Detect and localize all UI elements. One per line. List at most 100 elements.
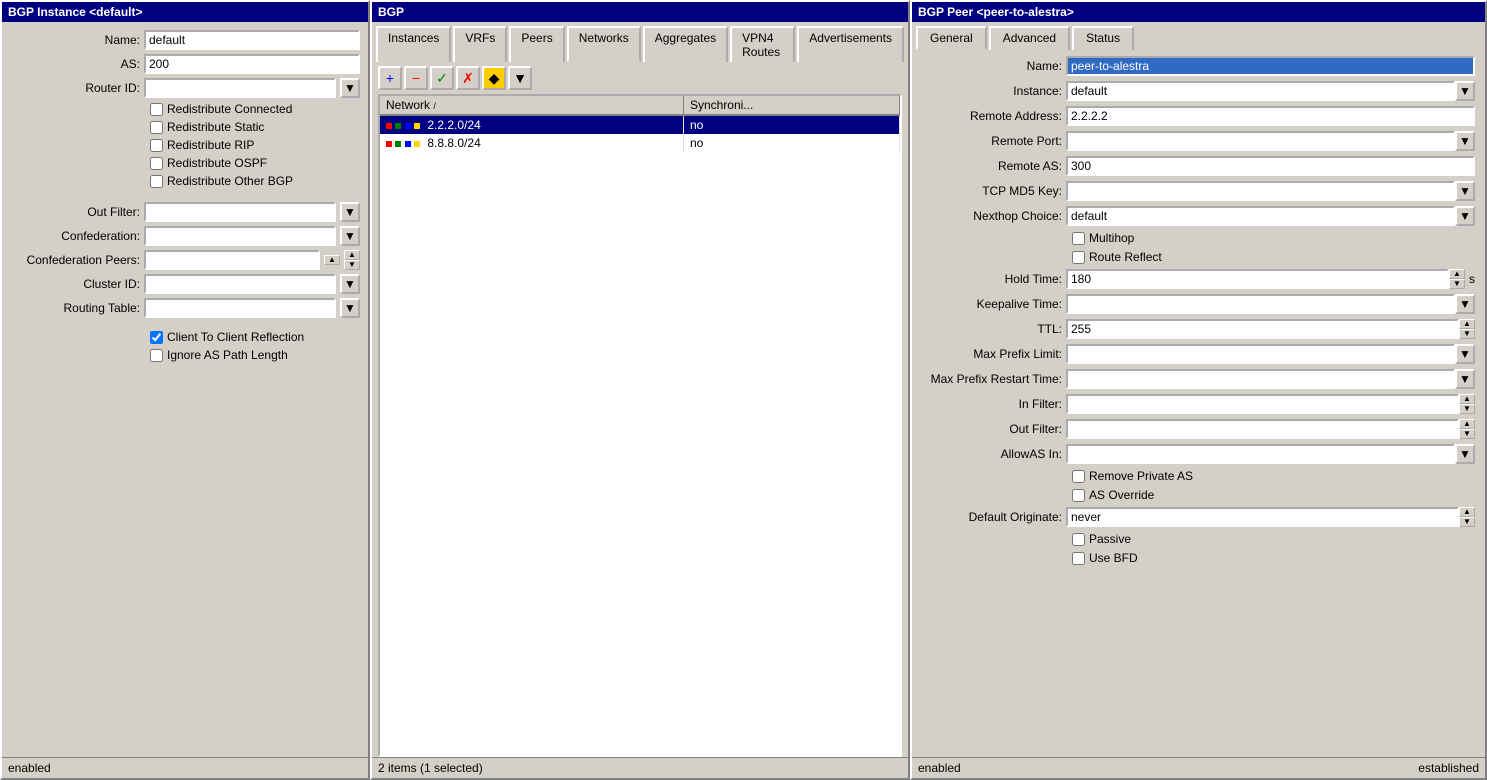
cluster-id-dropdown[interactable]: ▼ <box>340 274 360 294</box>
right-panel-title: BGP Peer <peer-to-alestra> <box>912 2 1485 22</box>
ignore-as-checkbox[interactable] <box>150 349 163 362</box>
conf-peers-down[interactable]: ▼ <box>344 260 360 270</box>
multihop-row: Multihop <box>1072 231 1475 245</box>
peer-name-input[interactable] <box>1066 56 1475 76</box>
tab-vrfs[interactable]: VRFs <box>453 26 507 62</box>
instance-dropdown[interactable]: ▼ <box>1455 81 1475 101</box>
nexthop-dropdown[interactable]: ▼ <box>1455 206 1475 226</box>
confederation-peers-input[interactable] <box>144 250 320 270</box>
cluster-id-input[interactable] <box>144 274 336 294</box>
cell-sync: no <box>683 134 899 152</box>
left-panel: BGP Instance <default> Name: AS: Router … <box>0 0 370 780</box>
ttl-down[interactable]: ▼ <box>1459 329 1475 339</box>
default-originate-down[interactable]: ▼ <box>1459 517 1475 527</box>
add-button[interactable]: + <box>378 66 402 90</box>
allowas-label: AllowAS In: <box>922 447 1062 461</box>
remove-button[interactable]: − <box>404 66 428 90</box>
in-filter-up[interactable]: ▲ <box>1459 394 1475 404</box>
ttl-value: 255 <box>1066 319 1459 339</box>
remove-private-as-checkbox[interactable] <box>1072 470 1085 483</box>
remote-as-row: Remote AS: <box>922 156 1475 176</box>
conf-peers-up[interactable]: ▲ <box>344 250 360 260</box>
router-id-dropdown[interactable]: ▼ <box>340 78 360 98</box>
table-row[interactable]: 8.8.8.0/24 no <box>380 134 900 152</box>
out-filter-input[interactable] <box>144 202 336 222</box>
tcp-md5-dropdown[interactable]: ▼ <box>1455 181 1475 201</box>
tab-networks[interactable]: Networks <box>567 26 641 62</box>
tab-peers[interactable]: Peers <box>509 26 564 62</box>
out-filter-down[interactable]: ▼ <box>1459 429 1475 439</box>
remote-address-row: Remote Address: <box>922 106 1475 126</box>
hold-time-label: Hold Time: <box>922 272 1062 286</box>
confederation-peers-label: Confederation Peers: <box>10 253 140 267</box>
as-input[interactable] <box>144 54 360 74</box>
hold-time-down[interactable]: ▼ <box>1449 279 1465 289</box>
cell-sync: no <box>683 115 899 134</box>
confederation-input[interactable] <box>144 226 336 246</box>
remote-port-value <box>1066 131 1455 151</box>
mid-tabs: Instances VRFs Peers Networks Aggregates… <box>372 22 908 62</box>
default-originate-up[interactable]: ▲ <box>1459 507 1475 517</box>
default-originate-row: Default Originate: never ▲ ▼ <box>922 507 1475 527</box>
remote-port-dropdown[interactable]: ▼ <box>1455 131 1475 151</box>
max-prefix-restart-label: Max Prefix Restart Time: <box>922 372 1062 386</box>
out-filter-up[interactable]: ▲ <box>1459 419 1475 429</box>
in-filter-down[interactable]: ▼ <box>1459 404 1475 414</box>
passive-checkbox[interactable] <box>1072 533 1085 546</box>
confederation-dropdown[interactable]: ▼ <box>340 226 360 246</box>
hold-time-value: 180 <box>1066 269 1449 289</box>
redist-ospf-checkbox[interactable] <box>150 157 163 170</box>
tab-vpn4-routes[interactable]: VPN4 Routes <box>730 26 795 62</box>
max-prefix-value <box>1066 344 1455 364</box>
routing-table-input[interactable] <box>144 298 336 318</box>
tab-status[interactable]: Status <box>1072 26 1134 50</box>
tab-general[interactable]: General <box>916 26 987 50</box>
mid-status-text: 2 items (1 selected) <box>378 761 483 775</box>
redist-static-checkbox[interactable] <box>150 121 163 134</box>
left-status-text: enabled <box>8 761 51 775</box>
tab-advertisements[interactable]: Advertisements <box>797 26 904 62</box>
max-prefix-dropdown[interactable]: ▼ <box>1455 344 1475 364</box>
use-bfd-row: Use BFD <box>1072 551 1475 565</box>
multihop-checkbox[interactable] <box>1072 232 1085 245</box>
out-filter-dropdown[interactable]: ▼ <box>340 202 360 222</box>
remote-port-row: Remote Port: ▼ <box>922 131 1475 151</box>
route-reflect-checkbox[interactable] <box>1072 251 1085 264</box>
highlight-button[interactable]: ◆ <box>482 66 506 90</box>
client-reflection-checkbox[interactable] <box>150 331 163 344</box>
max-prefix-restart-dropdown[interactable]: ▼ <box>1455 369 1475 389</box>
col-sync[interactable]: Synchroni... <box>683 96 899 115</box>
cancel-button[interactable]: ✗ <box>456 66 480 90</box>
networks-table-container: Network / Synchroni... <box>378 94 902 757</box>
hold-time-up[interactable]: ▲ <box>1449 269 1465 279</box>
keepalive-dropdown[interactable]: ▼ <box>1455 294 1475 314</box>
col-network[interactable]: Network / <box>380 96 683 115</box>
routing-table-label: Routing Table: <box>10 301 140 315</box>
router-id-input[interactable] <box>144 78 336 98</box>
name-row: Name: <box>10 30 360 50</box>
remove-private-as-label: Remove Private AS <box>1089 469 1193 483</box>
redist-bgp-checkbox[interactable] <box>150 175 163 188</box>
redist-ospf-row: Redistribute OSPF <box>150 156 360 170</box>
default-originate-label: Default Originate: <box>922 510 1062 524</box>
tab-aggregates[interactable]: Aggregates <box>643 26 728 62</box>
name-input[interactable] <box>144 30 360 50</box>
nexthop-value: default <box>1066 206 1455 226</box>
table-row[interactable]: 2.2.2.0/24 no <box>380 115 900 134</box>
cluster-id-row: Cluster ID: ▼ <box>10 274 360 294</box>
instance-value: default <box>1066 81 1455 101</box>
ttl-up[interactable]: ▲ <box>1459 319 1475 329</box>
redist-connected-checkbox[interactable] <box>150 103 163 116</box>
use-bfd-checkbox[interactable] <box>1072 552 1085 565</box>
apply-button[interactable]: ✓ <box>430 66 454 90</box>
remote-address-input[interactable] <box>1066 106 1475 126</box>
as-override-checkbox[interactable] <box>1072 489 1085 502</box>
tab-advanced[interactable]: Advanced <box>989 26 1070 50</box>
tab-instances[interactable]: Instances <box>376 26 451 62</box>
confederation-peers-up[interactable]: ▲ <box>324 255 340 265</box>
routing-table-dropdown[interactable]: ▼ <box>340 298 360 318</box>
allowas-dropdown[interactable]: ▼ <box>1455 444 1475 464</box>
redist-rip-checkbox[interactable] <box>150 139 163 152</box>
filter-button[interactable]: ▼ <box>508 66 532 90</box>
remote-as-input[interactable] <box>1066 156 1475 176</box>
